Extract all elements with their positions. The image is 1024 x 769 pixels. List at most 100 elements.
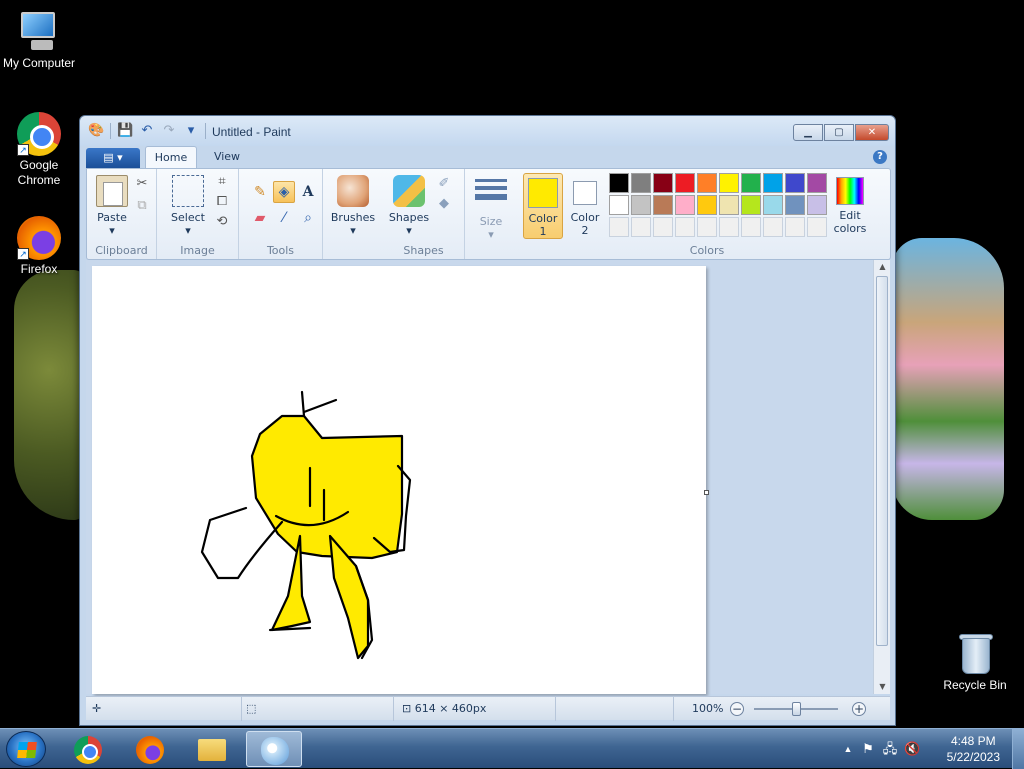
resize-icon[interactable]: ⧠: [213, 193, 231, 211]
taskbar-item-chrome[interactable]: [60, 731, 116, 767]
palette-swatch[interactable]: [631, 217, 651, 237]
group-label: Colors: [689, 244, 725, 257]
palette-swatch[interactable]: [785, 217, 805, 237]
color-picker-icon[interactable]: ⁄: [273, 207, 295, 229]
edit-colors-icon: [836, 177, 864, 205]
zoom-out-button[interactable]: −: [730, 702, 744, 716]
copy-icon[interactable]: ⧉: [133, 197, 151, 215]
palette-swatch[interactable]: [741, 195, 761, 215]
image-size-cell: ⊡ 614 × 460px: [394, 697, 556, 721]
paste-label: Paste: [97, 211, 127, 224]
outline-icon[interactable]: ✐: [435, 175, 453, 193]
pencil-icon[interactable]: ✎: [249, 181, 271, 203]
palette-swatch[interactable]: [719, 217, 739, 237]
palette-swatch[interactable]: [785, 195, 805, 215]
palette-swatch[interactable]: [807, 173, 827, 193]
taskbar-item-file-explorer[interactable]: [184, 731, 240, 767]
color2-button[interactable]: Color 2: [565, 173, 605, 239]
qat-customize-button[interactable]: ▾: [183, 123, 199, 139]
palette-swatch[interactable]: [697, 173, 717, 193]
palette-swatch[interactable]: [807, 195, 827, 215]
taskbar-item-paint[interactable]: [246, 731, 302, 767]
desktop-icon-google-chrome[interactable]: ↗ Google Chrome: [0, 112, 78, 188]
canvas-resize-handle[interactable]: [704, 490, 709, 495]
minimize-button[interactable]: ▁: [793, 124, 823, 141]
zoom-in-button[interactable]: +: [852, 702, 866, 716]
palette-swatch[interactable]: [609, 173, 629, 193]
group-label: Tools: [266, 244, 295, 257]
palette-swatch[interactable]: [807, 217, 827, 237]
undo-icon[interactable]: ↶: [139, 123, 155, 139]
show-hidden-icons-button[interactable]: ▲: [840, 741, 856, 757]
desktop-icon-my-computer[interactable]: My Computer: [0, 10, 78, 71]
select-button[interactable]: Select ▾: [167, 175, 209, 237]
desktop-icon-firefox[interactable]: ↗ Firefox: [0, 216, 78, 277]
palette-swatch[interactable]: [675, 195, 695, 215]
tab-view[interactable]: View: [206, 146, 248, 168]
file-size-cell: [556, 697, 674, 721]
taskbar-item-firefox[interactable]: [122, 731, 178, 767]
palette-swatch[interactable]: [675, 217, 695, 237]
palette-swatch[interactable]: [763, 195, 783, 215]
maximize-button[interactable]: ▢: [824, 124, 854, 141]
color1-button[interactable]: Color 1: [523, 173, 563, 239]
volume-muted-icon[interactable]: 🔇: [904, 741, 920, 757]
brushes-button[interactable]: Brushes ▾: [327, 175, 379, 237]
close-button[interactable]: ✕: [855, 124, 889, 141]
palette-swatch[interactable]: [741, 173, 761, 193]
paint-app-icon[interactable]: 🎨: [88, 123, 104, 139]
palette-swatch[interactable]: [719, 195, 739, 215]
palette-swatch[interactable]: [653, 173, 673, 193]
palette-swatch[interactable]: [785, 173, 805, 193]
palette-swatch[interactable]: [609, 217, 629, 237]
clock[interactable]: 4:48 PM 5/22/2023: [947, 733, 1000, 765]
magnifier-icon[interactable]: ⌕: [297, 207, 319, 229]
save-icon[interactable]: 💾: [117, 123, 133, 139]
eraser-icon[interactable]: ▰: [249, 207, 271, 229]
fill-icon[interactable]: ◈: [273, 181, 295, 203]
desktop-icon-recycle-bin[interactable]: Recycle Bin: [936, 632, 1014, 693]
palette-swatch[interactable]: [675, 173, 695, 193]
paste-button[interactable]: Paste ▾: [93, 175, 131, 237]
help-icon[interactable]: ?: [873, 150, 887, 164]
palette-swatch[interactable]: [631, 173, 651, 193]
shapes-label: Shapes: [388, 211, 430, 224]
text-icon[interactable]: A: [297, 181, 319, 203]
scroll-down-icon[interactable]: ▼: [874, 680, 891, 694]
paint-menu-button[interactable]: ▤ ▾: [86, 148, 140, 168]
drawing-canvas[interactable]: [92, 266, 709, 694]
palette-swatch[interactable]: [697, 217, 717, 237]
redo-icon[interactable]: ↷: [161, 123, 177, 139]
vertical-scrollbar[interactable]: ▲ ▼: [873, 260, 890, 694]
line-width-icon: [475, 179, 507, 211]
title-bar[interactable]: 🎨 💾 ↶ ↷ ▾ Untitled - Paint ▁ ▢ ✕: [80, 116, 895, 146]
shapes-button[interactable]: Shapes ▾: [387, 175, 431, 237]
scrollbar-thumb[interactable]: [876, 276, 888, 646]
show-desktop-button[interactable]: [1012, 729, 1024, 769]
zoom-slider-thumb[interactable]: [792, 702, 801, 716]
size-button[interactable]: Size ▾: [471, 175, 511, 241]
shapes-icon: [393, 175, 425, 207]
palette-swatch[interactable]: [719, 173, 739, 193]
palette-swatch[interactable]: [741, 217, 761, 237]
start-button[interactable]: [6, 731, 46, 767]
palette-swatch[interactable]: [631, 195, 651, 215]
action-center-icon[interactable]: ⚑: [860, 741, 876, 757]
tab-home[interactable]: Home: [145, 146, 197, 168]
network-icon[interactable]: 🖧: [882, 741, 898, 757]
palette-swatch[interactable]: [609, 195, 629, 215]
shape-fill-icon[interactable]: ◆: [435, 195, 453, 213]
cut-icon[interactable]: ✂: [133, 175, 151, 193]
palette-swatch[interactable]: [653, 217, 673, 237]
palette-swatch[interactable]: [763, 173, 783, 193]
palette-swatch[interactable]: [697, 195, 717, 215]
color-palette: [609, 173, 827, 237]
crop-icon[interactable]: ⌗: [213, 173, 231, 191]
scroll-up-icon[interactable]: ▲: [874, 260, 891, 274]
selection-size-icon: ⬚: [246, 702, 257, 715]
group-clipboard: Paste ▾ ✂ ⧉ Clipboard: [87, 169, 157, 259]
palette-swatch[interactable]: [653, 195, 673, 215]
rotate-icon[interactable]: ⟲: [213, 213, 231, 231]
edit-colors-button[interactable]: Edit colors: [829, 175, 871, 235]
palette-swatch[interactable]: [763, 217, 783, 237]
